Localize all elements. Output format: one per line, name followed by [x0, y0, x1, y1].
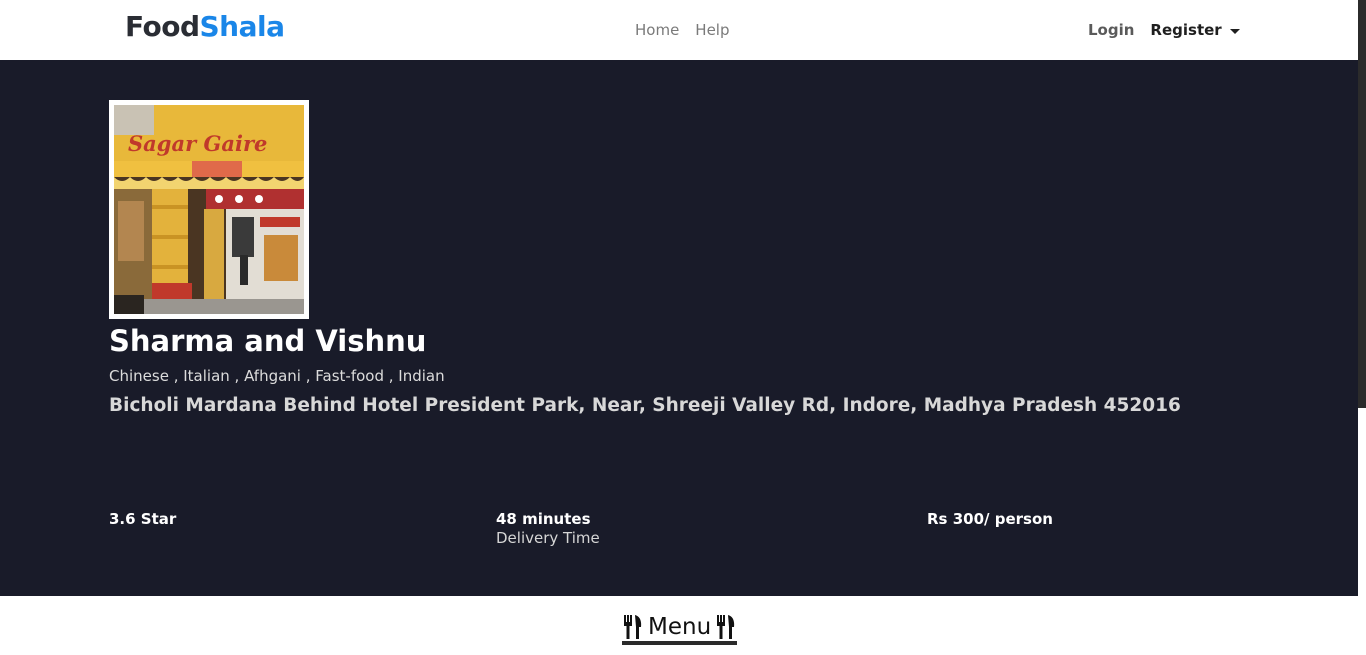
menu-title: Menu	[648, 613, 712, 640]
price-stat: Rs 300/ person	[927, 510, 1053, 529]
delivery-time-value: 48 minutes	[496, 510, 591, 528]
rating-stat: 3.6 Star	[109, 510, 176, 529]
restaurant-cuisines: Chinese , Italian , Afhgani , Fast-food …	[109, 367, 445, 385]
restaurant-photo: Sagar Gaire	[114, 105, 304, 314]
price-value: Rs 300/ person	[927, 510, 1053, 528]
brand-text-food: Food	[125, 10, 200, 43]
brand-text-shala: Shala	[199, 10, 286, 43]
delivery-time-label: Delivery Time	[496, 529, 600, 547]
navbar: FoodShala Home Help Login Register	[0, 0, 1358, 60]
restaurant-hero: Sagar Gaire Sharma and Vishnu Chinese , …	[0, 60, 1358, 596]
scrollbar-thumb[interactable]	[1358, 0, 1366, 408]
store-sign-text: Sagar Gaire	[128, 131, 267, 156]
utensils-icon	[717, 614, 735, 639]
restaurant-name: Sharma and Vishnu	[109, 324, 427, 358]
page: FoodShala Home Help Login Register Sagar…	[0, 0, 1366, 655]
nav-link-help[interactable]: Help	[695, 20, 729, 40]
register-label: Register	[1150, 21, 1222, 39]
register-dropdown[interactable]: Register	[1150, 20, 1240, 40]
restaurant-photo-frame: Sagar Gaire	[109, 100, 309, 319]
nav-links: Home Help	[635, 20, 730, 40]
nav-link-home[interactable]: Home	[635, 20, 679, 40]
utensils-icon	[624, 614, 642, 639]
menu-heading: Menu	[622, 612, 738, 645]
rating-value: 3.6 Star	[109, 510, 177, 528]
restaurant-photo-illustration: Sagar Gaire	[114, 105, 304, 314]
page-scrollbar[interactable]	[1358, 0, 1366, 655]
delivery-stat: 48 minutes Delivery Time	[496, 510, 600, 548]
caret-down-icon	[1229, 28, 1240, 34]
login-link[interactable]: Login	[1088, 20, 1134, 40]
nav-auth: Login Register	[1088, 20, 1240, 40]
brand-logo[interactable]: FoodShala	[125, 10, 285, 44]
restaurant-address: Bicholi Mardana Behind Hotel President P…	[109, 395, 1181, 416]
